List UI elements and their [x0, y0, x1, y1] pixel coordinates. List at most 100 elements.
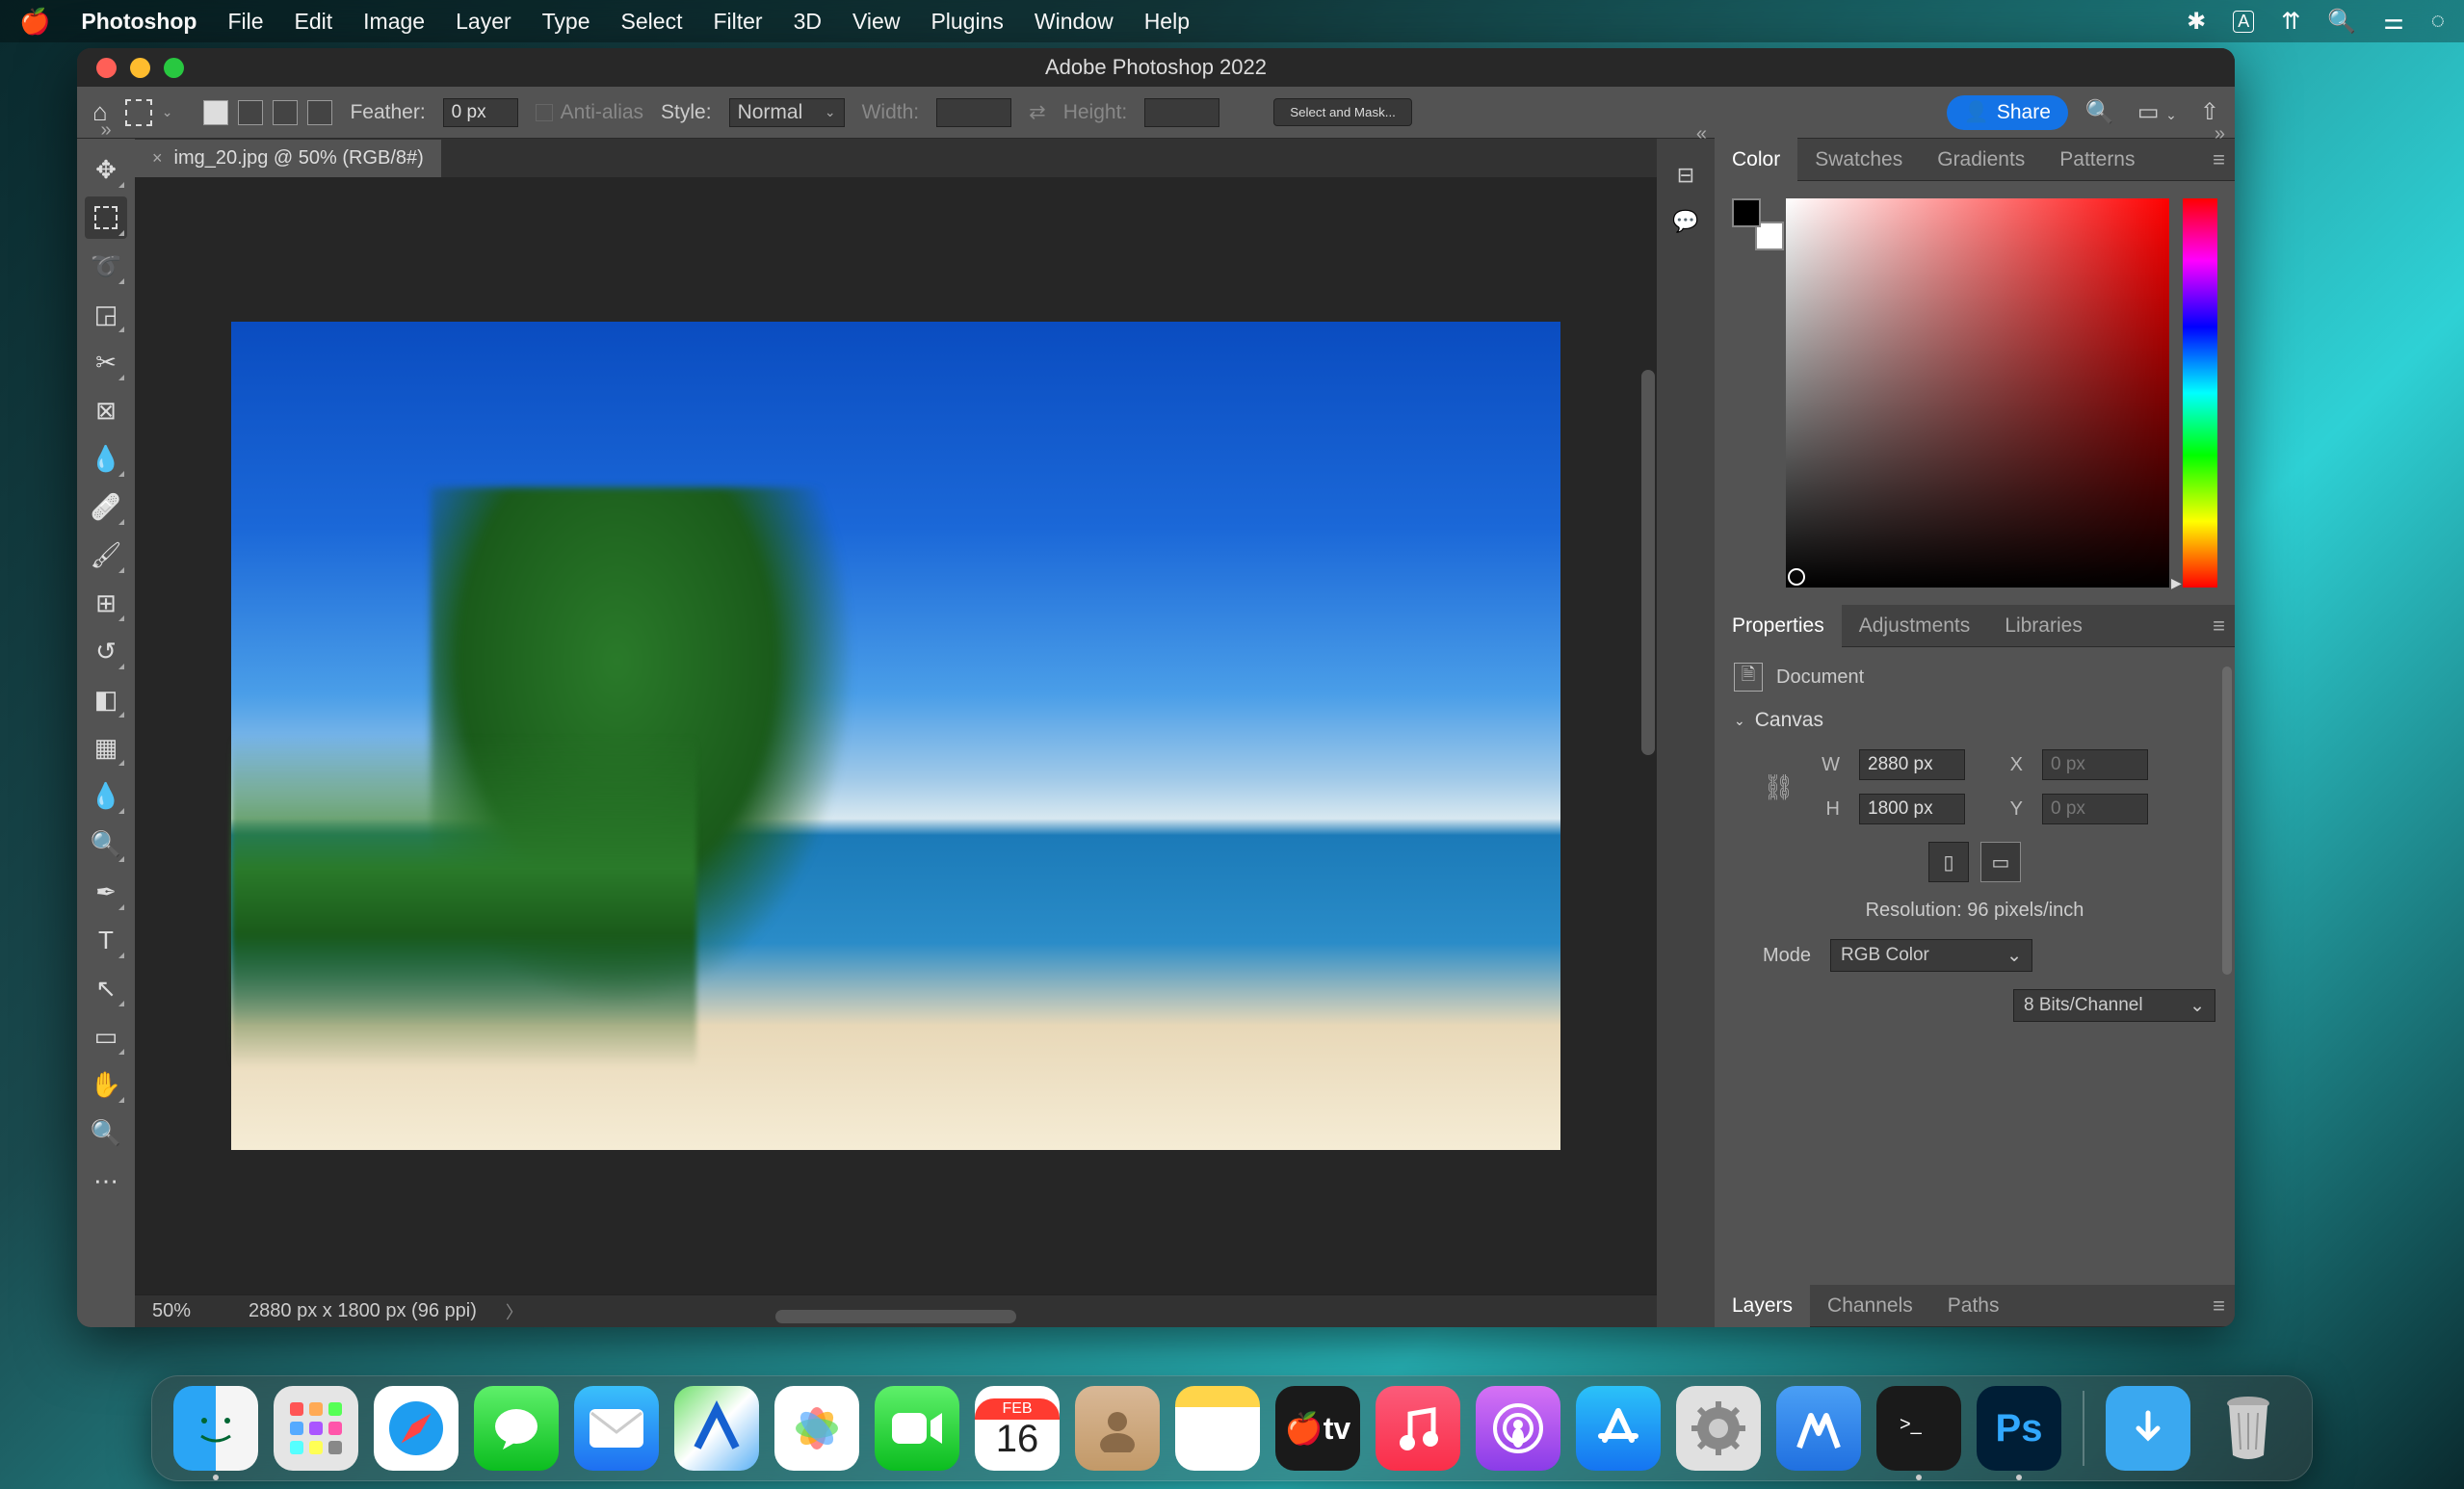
- hue-slider[interactable]: [2183, 198, 2217, 588]
- path-selection-tool[interactable]: ↖: [85, 967, 127, 1009]
- rectangle-tool[interactable]: ▭: [85, 1015, 127, 1058]
- zoom-level[interactable]: 50%: [152, 1300, 191, 1322]
- canvas-width-input[interactable]: [1859, 749, 1965, 780]
- saturation-brightness-picker[interactable]: [1786, 198, 2169, 588]
- menu-type[interactable]: Type: [542, 9, 590, 35]
- tab-patterns[interactable]: Patterns: [2042, 137, 2152, 183]
- selection-intersect-icon[interactable]: [307, 100, 332, 125]
- dock-notes[interactable]: [1175, 1386, 1260, 1471]
- style-select[interactable]: Normal⌄: [729, 98, 845, 127]
- collapsed-panel-icon-1[interactable]: ⊟: [1669, 162, 1702, 189]
- menu-3d[interactable]: 3D: [794, 9, 822, 35]
- lasso-tool[interactable]: ➰: [85, 245, 127, 287]
- tab-swatches[interactable]: Swatches: [1797, 137, 1920, 183]
- tab-properties[interactable]: Properties: [1715, 603, 1842, 649]
- menu-image[interactable]: Image: [363, 9, 425, 35]
- workspace-switch-icon[interactable]: ▭ ⌄: [2137, 98, 2177, 126]
- menubar-wifi-icon[interactable]: ⇈: [2281, 8, 2300, 36]
- properties-panel-menu-icon[interactable]: ≡: [2213, 614, 2225, 639]
- layers-panel-menu-icon[interactable]: ≡: [2213, 1293, 2225, 1319]
- dock-mail[interactable]: [574, 1386, 659, 1471]
- eyedropper-tool[interactable]: 💧: [85, 437, 127, 480]
- color-panel-menu-icon[interactable]: ≡: [2213, 147, 2225, 172]
- apple-menu[interactable]: 🍎: [19, 7, 50, 37]
- menu-filter[interactable]: Filter: [713, 9, 762, 35]
- rectangular-marquee-tool[interactable]: [85, 196, 127, 239]
- dock-app-store[interactable]: [1576, 1386, 1661, 1471]
- tab-gradients[interactable]: Gradients: [1920, 137, 2042, 183]
- menu-file[interactable]: File: [227, 9, 263, 35]
- tab-layers[interactable]: Layers: [1715, 1283, 1810, 1328]
- menubar-control-center-icon[interactable]: ⚌: [2383, 8, 2404, 36]
- menu-plugins[interactable]: Plugins: [931, 9, 1003, 35]
- dock-nordvpn[interactable]: [1776, 1386, 1861, 1471]
- dock-contacts[interactable]: [1075, 1386, 1160, 1471]
- marquee-tool-icon[interactable]: [125, 99, 152, 126]
- collapsed-panel-icon-2[interactable]: 💬: [1669, 208, 1702, 235]
- landscape-orientation-button[interactable]: ▭: [1980, 842, 2021, 882]
- document-dimensions[interactable]: 2880 px x 1800 px (96 ppi): [249, 1300, 477, 1322]
- menu-help[interactable]: Help: [1144, 9, 1190, 35]
- dock-maps[interactable]: [674, 1386, 759, 1471]
- document-tab[interactable]: × img_20.jpg @ 50% (RGB/8#): [135, 140, 441, 177]
- brush-tool[interactable]: 🖌: [85, 534, 127, 576]
- canvas-section-header[interactable]: ⌄ Canvas: [1734, 709, 2215, 732]
- selection-subtract-icon[interactable]: [273, 100, 298, 125]
- tab-color[interactable]: Color: [1715, 137, 1797, 183]
- dock-facetime[interactable]: [875, 1386, 959, 1471]
- feather-input[interactable]: [443, 98, 518, 127]
- status-more-icon[interactable]: 〉: [506, 1299, 523, 1324]
- window-maximize-button[interactable]: [164, 58, 184, 78]
- eraser-tool[interactable]: ◧: [85, 678, 127, 720]
- crop-tool[interactable]: ✂: [85, 341, 127, 383]
- dock-messages[interactable]: [474, 1386, 559, 1471]
- hand-tool[interactable]: ✋: [85, 1063, 127, 1106]
- tab-libraries[interactable]: Libraries: [1987, 603, 2100, 649]
- share-button[interactable]: 👤 Share: [1947, 95, 2068, 130]
- foreground-background-colors[interactable]: [1732, 198, 1772, 239]
- menubar-spotlight-icon[interactable]: 🔍: [2327, 8, 2356, 36]
- portrait-orientation-button[interactable]: ▯: [1928, 842, 1969, 882]
- tab-paths[interactable]: Paths: [1930, 1283, 2017, 1328]
- dock-system-preferences[interactable]: [1676, 1386, 1761, 1471]
- color-mode-select[interactable]: RGB Color⌄: [1830, 939, 2032, 972]
- menubar-siri-icon[interactable]: ◌: [2431, 8, 2445, 35]
- dock-launchpad[interactable]: [274, 1386, 358, 1471]
- dock-safari[interactable]: [374, 1386, 459, 1471]
- dock-photoshop[interactable]: Ps: [1977, 1386, 2061, 1471]
- select-and-mask-button[interactable]: Select and Mask...: [1273, 98, 1412, 126]
- object-selection-tool[interactable]: ◲: [85, 293, 127, 335]
- link-dimensions-icon[interactable]: ⛓: [1763, 772, 1792, 802]
- menubar-app-name[interactable]: Photoshop: [81, 9, 197, 35]
- selection-new-icon[interactable]: [203, 100, 228, 125]
- menu-edit[interactable]: Edit: [295, 9, 333, 35]
- menu-select[interactable]: Select: [621, 9, 683, 35]
- gradient-tool[interactable]: ▦: [85, 726, 127, 769]
- canvas-viewport[interactable]: [135, 177, 1657, 1294]
- pen-tool[interactable]: ✒: [85, 871, 127, 913]
- dock-podcasts[interactable]: [1476, 1386, 1560, 1471]
- menubar-extra-icon[interactable]: ✱: [2187, 8, 2206, 36]
- blur-tool[interactable]: 💧: [85, 774, 127, 817]
- dock-tv[interactable]: 🍎tv: [1275, 1386, 1360, 1471]
- menubar-input-icon[interactable]: A: [2233, 11, 2254, 33]
- canvas-scrollbar-horizontal[interactable]: [775, 1310, 1016, 1323]
- canvas-scrollbar-vertical[interactable]: [1641, 370, 1655, 755]
- dodge-tool[interactable]: 🔍: [85, 823, 127, 865]
- menu-layer[interactable]: Layer: [456, 9, 511, 35]
- dock-trash[interactable]: [2206, 1386, 2291, 1471]
- zoom-tool[interactable]: 🔍: [85, 1111, 127, 1154]
- history-brush-tool[interactable]: ↺: [85, 630, 127, 672]
- dock-photos[interactable]: [774, 1386, 859, 1471]
- dock-terminal[interactable]: >_: [1876, 1386, 1961, 1471]
- tool-preset-dropdown[interactable]: ⌄: [162, 104, 173, 120]
- move-tool[interactable]: ✥: [85, 148, 127, 191]
- foreground-color-swatch[interactable]: [1732, 198, 1761, 227]
- tab-close-icon[interactable]: ×: [152, 148, 163, 169]
- search-icon[interactable]: 🔍: [2085, 98, 2114, 126]
- healing-brush-tool[interactable]: 🩹: [85, 485, 127, 528]
- menu-view[interactable]: View: [852, 9, 900, 35]
- dock-music[interactable]: [1376, 1386, 1460, 1471]
- window-minimize-button[interactable]: [130, 58, 150, 78]
- canvas-height-input[interactable]: [1859, 794, 1965, 824]
